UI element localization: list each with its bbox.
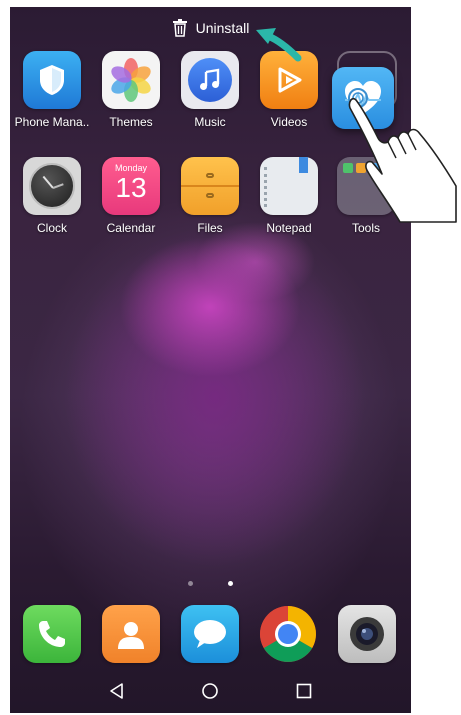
- themes-icon: [102, 51, 160, 109]
- trash-icon: [172, 19, 187, 37]
- drag-arrow-icon: [256, 28, 302, 62]
- app-label: Files: [197, 221, 223, 235]
- app-clock[interactable]: Clock: [12, 157, 92, 235]
- app-label: Phone Mana..: [14, 115, 90, 129]
- app-phone-manager[interactable]: Phone Mana..: [12, 51, 92, 129]
- home-circle-icon: [202, 683, 219, 699]
- dock-contacts[interactable]: [102, 605, 160, 663]
- back-button[interactable]: [102, 676, 132, 706]
- app-music[interactable]: Music: [170, 51, 250, 129]
- app-label: Calendar: [106, 221, 156, 235]
- page-dot-1[interactable]: [188, 581, 193, 586]
- dock-phone[interactable]: [23, 605, 81, 663]
- app-label: Videos: [270, 115, 308, 129]
- dock-messaging[interactable]: [181, 605, 239, 663]
- music-icon: [181, 51, 239, 109]
- uninstall-drop-zone[interactable]: Uninstall: [10, 15, 411, 41]
- app-files[interactable]: Files: [170, 157, 250, 235]
- calendar-day-number: 13: [115, 172, 147, 203]
- page-dot-2-active[interactable]: [228, 581, 233, 586]
- pointing-hand-icon: [348, 88, 457, 223]
- app-notepad[interactable]: Notepad: [249, 157, 329, 235]
- browser-icon: [260, 606, 316, 662]
- navigation-bar: [10, 669, 411, 713]
- app-label: Clock: [36, 221, 67, 235]
- app-label: Music: [194, 115, 226, 129]
- dock-camera[interactable]: [338, 605, 396, 663]
- files-icon: [181, 157, 239, 215]
- uninstall-label: Uninstall: [195, 20, 250, 36]
- app-label: Themes: [109, 115, 153, 129]
- calendar-icon: Monday 13: [102, 157, 160, 215]
- camera-icon: [350, 617, 384, 651]
- back-triangle-icon: [110, 683, 123, 699]
- app-videos[interactable]: Videos: [249, 51, 329, 129]
- recents-button[interactable]: [289, 676, 319, 706]
- app-label: Notepad: [266, 221, 312, 235]
- contacts-icon: [118, 622, 144, 649]
- clock-icon: [23, 157, 81, 215]
- recents-square-icon: [296, 683, 312, 699]
- dock-browser[interactable]: [259, 605, 317, 663]
- app-calendar[interactable]: Monday 13 Calendar: [91, 157, 171, 235]
- app-themes[interactable]: Themes: [91, 51, 171, 129]
- notepad-icon: [260, 157, 318, 215]
- messaging-icon: [194, 620, 226, 648]
- phone-manager-icon: [23, 51, 81, 109]
- home-button[interactable]: [195, 676, 225, 706]
- phone-icon: [39, 621, 65, 647]
